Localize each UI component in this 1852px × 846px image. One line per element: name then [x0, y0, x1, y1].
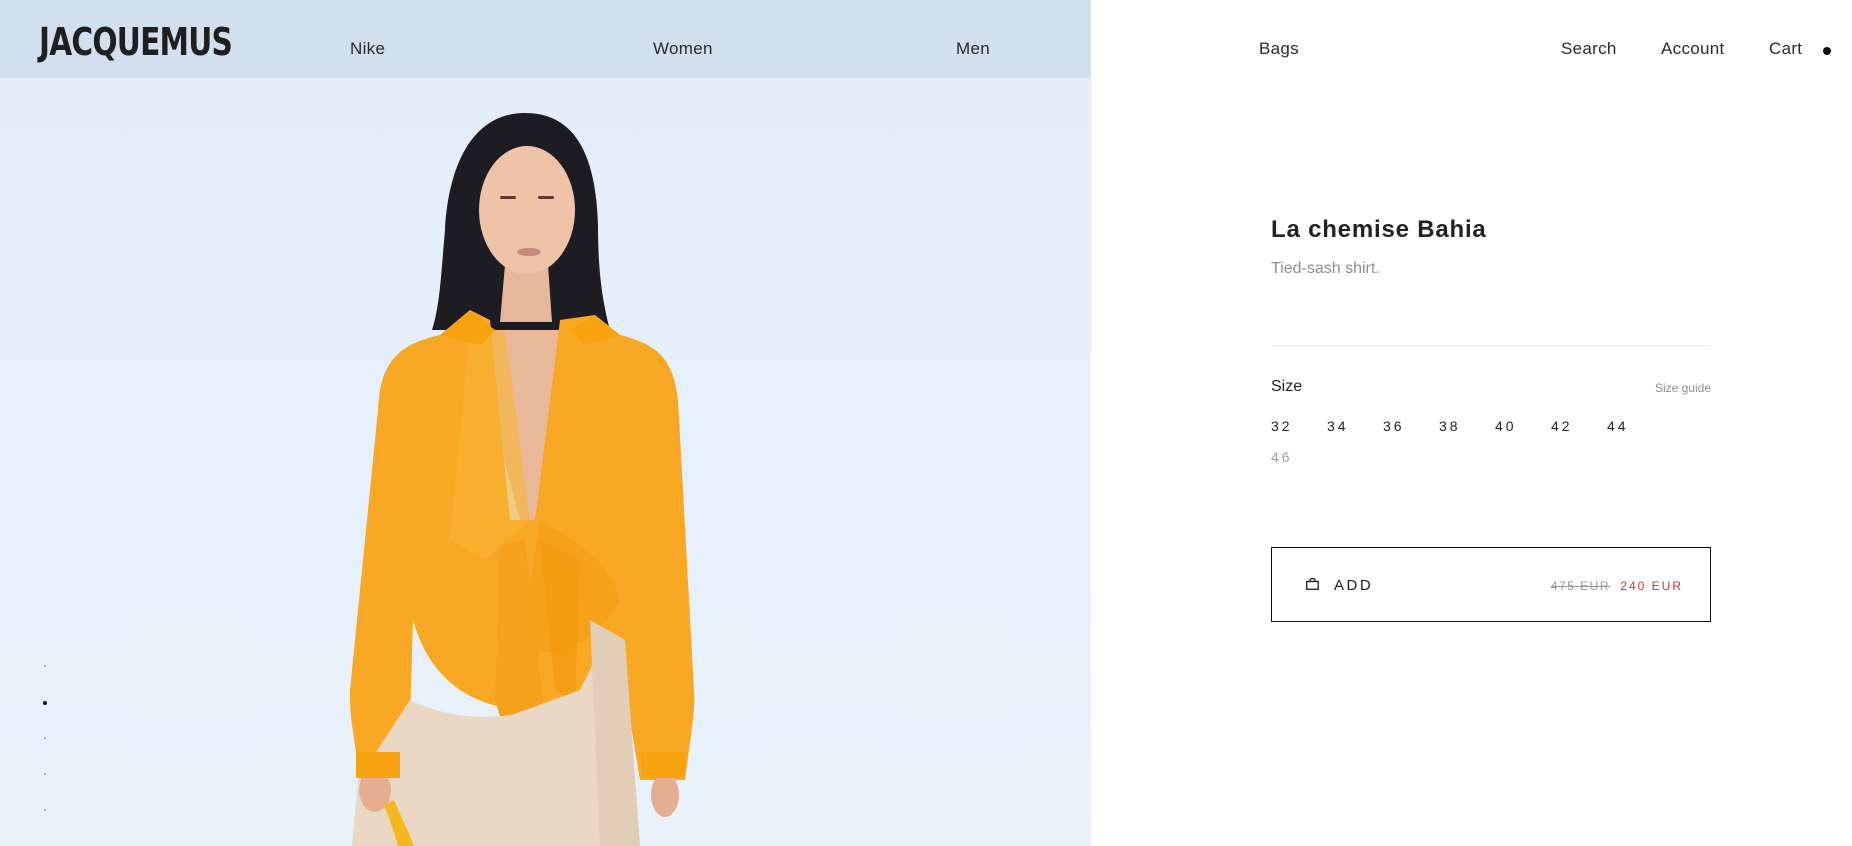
- site-header: JACQUEMUS Nike Women Men Bags Search Acc…: [0, 0, 1852, 78]
- cart-indicator-icon: [1823, 47, 1831, 55]
- size-option-38[interactable]: 38: [1439, 418, 1495, 434]
- size-option-44[interactable]: 44: [1607, 418, 1663, 434]
- divider: [1271, 345, 1711, 346]
- gallery-dot[interactable]: [44, 773, 46, 775]
- add-button-label: ADD: [1334, 577, 1374, 594]
- nav-link-bags[interactable]: Bags: [1259, 40, 1299, 57]
- add-to-cart-button[interactable]: ADD 475 EUR 240 EUR: [1271, 547, 1711, 622]
- nav-link-women[interactable]: Women: [653, 40, 713, 57]
- size-option-42[interactable]: 42: [1551, 418, 1607, 434]
- size-option-32[interactable]: 32: [1271, 418, 1327, 434]
- product-photo: [349, 113, 695, 846]
- size-option-34[interactable]: 34: [1327, 418, 1383, 434]
- bag-icon: [1306, 578, 1319, 590]
- nav-link-nike[interactable]: Nike: [350, 40, 385, 57]
- size-label: Size: [1271, 378, 1303, 395]
- gallery-dot-active[interactable]: [43, 701, 47, 705]
- gallery-pagination[interactable]: [40, 665, 50, 845]
- gallery-dot[interactable]: [44, 737, 46, 739]
- sale-price: 240 EUR: [1620, 579, 1683, 593]
- brand-logo[interactable]: JACQUEMUS: [39, 23, 233, 61]
- search-link[interactable]: Search: [1561, 40, 1617, 57]
- size-option-40[interactable]: 40: [1495, 418, 1551, 434]
- product-description: Tied-sash shirt.: [1271, 260, 1380, 277]
- size-guide-link[interactable]: Size guide: [1655, 381, 1711, 395]
- size-selector: 32 34 36 38 40 42 44 46: [1271, 418, 1691, 480]
- size-option-36[interactable]: 36: [1383, 418, 1439, 434]
- original-price: 475 EUR: [1550, 579, 1610, 593]
- nav-link-men[interactable]: Men: [956, 40, 990, 57]
- cart-link[interactable]: Cart: [1769, 40, 1802, 57]
- gallery-dot[interactable]: [44, 809, 46, 811]
- gallery-dot[interactable]: [44, 665, 46, 667]
- product-image-panel: [0, 0, 1091, 846]
- product-title: La chemise Bahia: [1271, 216, 1487, 243]
- size-option-46[interactable]: 46: [1271, 449, 1327, 465]
- account-link[interactable]: Account: [1661, 40, 1725, 57]
